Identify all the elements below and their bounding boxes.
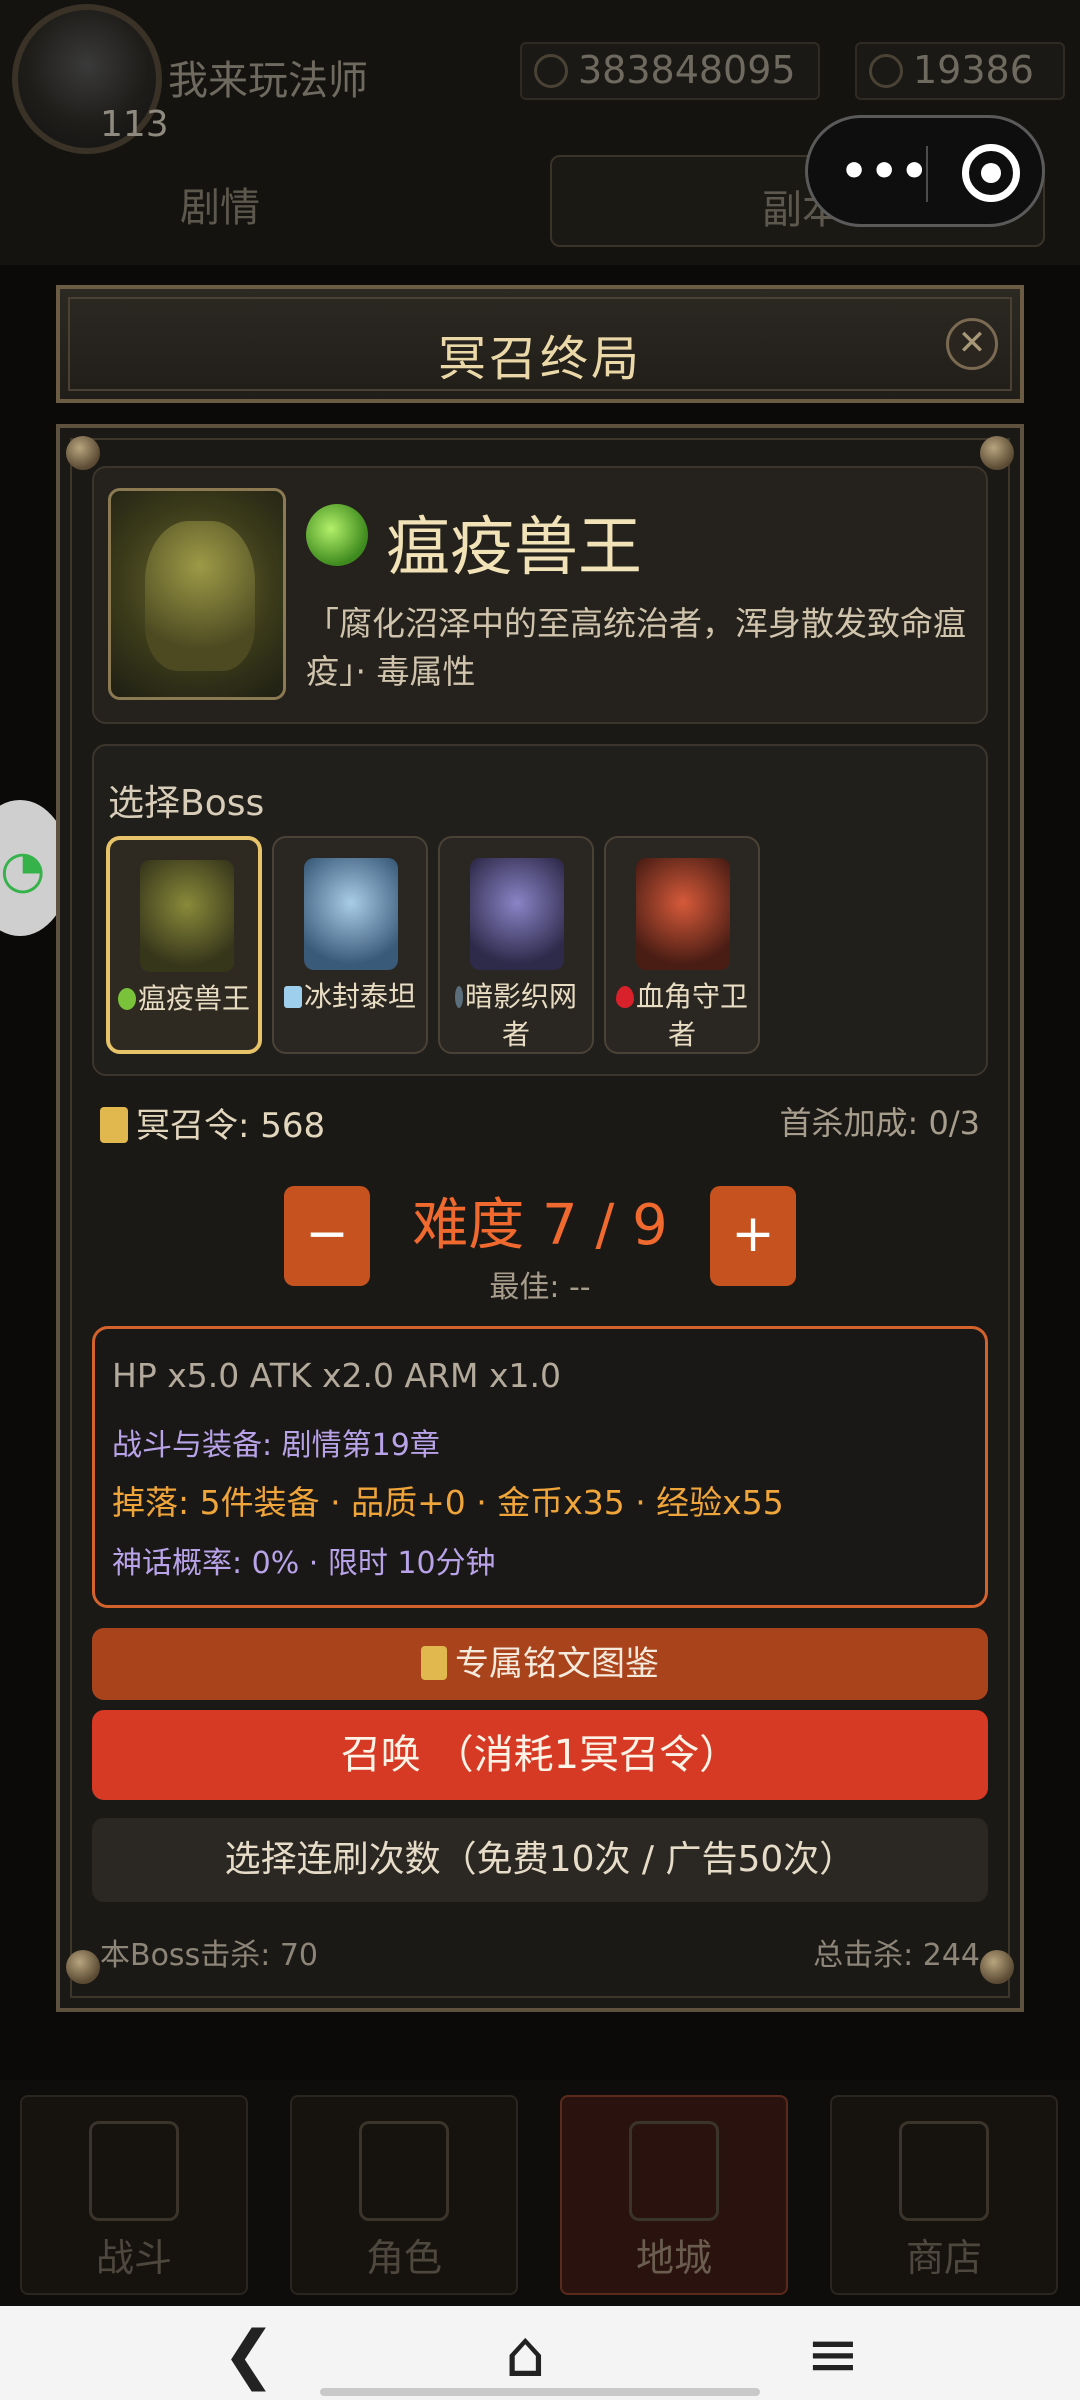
gem-value: 19386 (913, 48, 1034, 92)
nav-character[interactable]: 角色 (290, 2095, 518, 2295)
wifi-icon: ◔ (0, 840, 46, 900)
boss-option-label: 暗影织网者 (440, 978, 592, 1054)
shadow-icon (454, 986, 463, 1008)
boss-select-title: 选择Boss (108, 783, 265, 824)
boss-kill-count: 本Boss击杀: 70 (100, 1938, 319, 1973)
first-kill-bonus: 首杀加成: 0/3 (779, 1104, 980, 1142)
nav-shop[interactable]: 商店 (830, 2095, 1058, 2295)
nav-fight[interactable]: 战斗 (20, 2095, 248, 2295)
menu-icon[interactable]: ≡ (806, 2318, 860, 2392)
close-button[interactable]: ✕ (946, 318, 998, 370)
chest-icon (899, 2121, 989, 2221)
back-icon[interactable]: ❮ (222, 2318, 276, 2392)
boss-portrait (108, 488, 286, 700)
gem-counter: 19386 (855, 42, 1065, 100)
drop-info: 掉落: 5件装备 · 品质+0 · 金币x35 · 经验x55 (112, 1483, 784, 1522)
gem-icon (869, 54, 903, 88)
boss-thumb (470, 858, 564, 970)
mythic-chance-time-limit: 神话概率: 0% · 限时 10分钟 (112, 1546, 496, 1581)
boss-option-label: 冰封泰坦 (274, 978, 426, 1016)
helmet-icon (359, 2121, 449, 2221)
stat-multipliers: HP x5.0 ATK x2.0 ARM x1.0 (112, 1356, 561, 1395)
nav-dungeon[interactable]: 地城 (560, 2095, 788, 2295)
boss-thumb (304, 858, 398, 970)
gate-icon (629, 2121, 719, 2221)
boss-thumb (636, 858, 730, 970)
boss-option-label: 血角守卫者 (606, 978, 758, 1054)
more-dots-icon[interactable]: ••• (840, 146, 930, 197)
crossed-swords-icon (89, 2121, 179, 2221)
gold-value: 383848095 (578, 48, 796, 92)
poison-element-icon (306, 504, 368, 566)
rivet-icon (66, 436, 100, 470)
boss-option-label: 瘟疫兽王 (110, 980, 258, 1018)
boss-option-blood-horn[interactable]: 血角守卫者 (604, 836, 760, 1054)
bottom-nav: 战斗 角色 地城 商店 (0, 2080, 1080, 2310)
difficulty-increase-button[interactable]: + (710, 1186, 796, 1286)
player-level: 113 (100, 104, 169, 145)
multi-run-button[interactable]: 选择连刷次数（免费10次 / 广告50次） (92, 1818, 988, 1902)
boss-name: 瘟疫兽王 (386, 511, 642, 585)
home-icon[interactable]: ⌂ (505, 2318, 546, 2392)
battle-equipment-level: 战斗与装备: 剧情第19章 (112, 1428, 440, 1463)
poison-icon (117, 988, 136, 1010)
boss-option-shadow-weaver[interactable]: 暗影织网者 (438, 836, 594, 1054)
summon-button[interactable]: 召唤 （消耗1冥召令） (92, 1710, 988, 1800)
boss-description: 「腐化沼泽中的至高统治者，浑身散发致命瘟疫」· 毒属性 (306, 604, 966, 691)
plague-beast-image (145, 521, 255, 671)
rivet-icon (980, 436, 1014, 470)
capsule-divider (926, 146, 928, 202)
miniprogram-capsule: ••• (805, 115, 1045, 227)
player-name: 我来玩法师 (168, 58, 368, 104)
scroll-icon (100, 1107, 128, 1143)
gesture-pill (320, 2388, 760, 2396)
ice-icon (283, 986, 302, 1008)
boss-option-ice-titan[interactable]: 冰封泰坦 (272, 836, 428, 1054)
coin-icon (534, 54, 568, 88)
total-kill-count: 总击杀: 244 (813, 1938, 980, 1973)
inscription-codex-button[interactable]: 专属铭文图鉴 (92, 1628, 988, 1700)
modal-title-bar: 冥召终局 (56, 285, 1024, 403)
modal-title: 冥召终局 (437, 331, 642, 387)
rivet-icon (980, 1950, 1014, 1984)
tab-story[interactable]: 剧情 (180, 175, 260, 233)
boss-option-plague-beast[interactable]: 瘟疫兽王 (106, 836, 262, 1054)
scroll-icon (421, 1646, 447, 1680)
rivet-icon (66, 1950, 100, 1984)
system-nav-bar: ❮ ⌂ ≡ (0, 2306, 1080, 2400)
close-miniprogram-icon[interactable] (962, 144, 1020, 202)
gold-counter: 383848095 (520, 42, 820, 100)
difficulty-decrease-button[interactable]: − (284, 1186, 370, 1286)
boss-thumb (140, 860, 234, 972)
blood-drop-icon (615, 986, 634, 1008)
summon-token-count: 冥召令: 568 (100, 1098, 325, 1147)
difficulty-best: 最佳: -- (489, 1270, 591, 1305)
difficulty-label: 难度 7 / 9 (412, 1193, 668, 1258)
